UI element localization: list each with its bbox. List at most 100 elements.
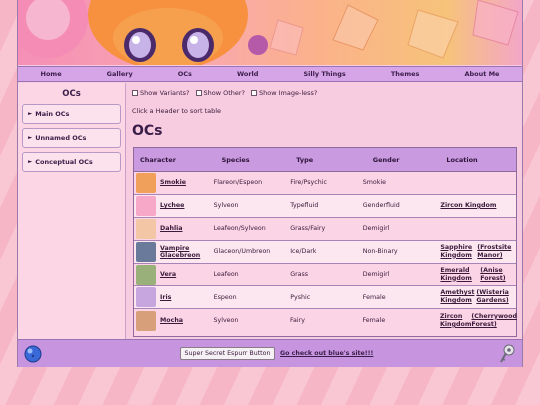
sidebar-item-label: Unnamed OCs (35, 134, 87, 142)
cell-species: Leafeon (213, 271, 239, 278)
oc-thumbnail[interactable] (136, 218, 156, 239)
other-checkbox[interactable]: Show Other? (195, 89, 246, 97)
oc-thumbnail[interactable] (136, 264, 156, 285)
cell-location: Zircon Kingdom (Cherrywood Forest) (440, 313, 517, 329)
page-frame: Home Gallery OCs World Silly Things Them… (17, 0, 523, 367)
oc-name-link[interactable]: Iris (160, 294, 171, 301)
cell-type: Fairy (289, 317, 305, 325)
checkbox-box[interactable] (251, 90, 258, 96)
nav-gallery[interactable]: Gallery (107, 70, 133, 78)
sublocation-link[interactable]: (Cherrywood Forest) (471, 313, 517, 329)
table-row: Vera Leafeon Grass Demigirl Emerald Kingdom(… (134, 264, 516, 287)
triangle-right-icon: ► (28, 135, 33, 141)
location-link[interactable]: Amethyst Kingdom (440, 289, 476, 305)
variants-checkbox[interactable]: Show Variants? (132, 89, 190, 97)
header-species[interactable]: Species (214, 156, 291, 164)
header-gender[interactable]: Gender (363, 156, 441, 164)
cell-location: Sapphire Kingdom (Frostsite Manor) (440, 244, 516, 260)
cell-type: Fire/Psychic (290, 179, 327, 187)
nav-home[interactable]: Home (41, 70, 62, 78)
oc-name-link[interactable]: Dahlia (160, 225, 183, 232)
header-banner (18, 0, 522, 65)
sublocation-link[interactable]: (Anise Forest) (480, 267, 512, 283)
blue-site-link[interactable]: Go check out blue's site!!! (280, 350, 373, 357)
cell-gender: Female (362, 317, 386, 325)
oc-name-link[interactable]: Lychee (160, 202, 184, 209)
cell-gender: Demigirl (362, 225, 390, 233)
cell-gender: Demigirl (362, 271, 390, 278)
table-row: Dahlia Leafeon/Sylveon Grass/Fairy Demigirl (134, 218, 516, 241)
oc-thumbnail[interactable] (136, 241, 156, 262)
location-link[interactable]: Zircon Kingdom (440, 202, 496, 210)
cell-character: Vampire Glacebreon (134, 241, 214, 262)
sublocation-link[interactable]: (Frostsite Manor) (477, 244, 512, 260)
checkbox-label: Show Image-less? (259, 89, 318, 97)
main-content: Show Variants? Show Other? Show Image-le… (129, 83, 521, 339)
location-link[interactable]: Emerald Kingdom (440, 267, 480, 283)
nav-ocs[interactable]: OCs (178, 70, 192, 78)
checkbox-box[interactable] (195, 90, 202, 96)
cell-location: Emerald Kingdom (Anise Forest) (440, 267, 516, 283)
cell-location: Zircon Kingdom (440, 202, 516, 210)
location-link[interactable]: Zircon Kingdom (440, 313, 471, 329)
table-body: Smokie Flareon/Espeon Fire/Psychic Smokie Ly… (134, 172, 517, 332)
footer: Super Secret Espurr Button Go check out … (18, 339, 522, 367)
oc-name-link[interactable]: Mocha (160, 317, 183, 324)
imageless-checkbox[interactable]: Show Image-less? (251, 89, 317, 97)
table-row: Mocha Sylveon Fairy Female Zircon Kingdom (Ch… (134, 309, 517, 332)
checkbox-box[interactable] (132, 90, 138, 96)
cell-type: Ice/Dark (290, 248, 317, 256)
nav-about-me[interactable]: About Me (464, 70, 499, 78)
triangle-right-icon: ► (28, 159, 33, 165)
triangle-right-icon: ► (28, 111, 33, 117)
cell-species: Glaceon/Umbreon (213, 248, 271, 256)
oc-thumbnail[interactable] (136, 287, 156, 308)
banner-artwork (18, 0, 519, 65)
cell-type: Typefluid (290, 202, 319, 210)
oc-name-link[interactable]: Vampire Glacebreon (160, 245, 214, 259)
cell-location: Amethyst Kingdom (Wisteria Gardens) (440, 289, 516, 305)
cell-character: Iris (134, 287, 214, 308)
sort-hint: Click a Header to sort table (132, 107, 222, 115)
oc-thumbnail[interactable] (136, 172, 156, 193)
oc-table: Character Species Type Gender Location S… (133, 147, 517, 337)
sidebar-item-main-ocs[interactable]: ► Main OCs (22, 104, 121, 124)
filter-checkboxes: Show Variants? Show Other? Show Image-le… (132, 89, 317, 97)
oc-name-link[interactable]: Vera (160, 271, 176, 278)
table-header: Character Species Type Gender Location (134, 148, 516, 172)
sidebar-item-unnamed-ocs[interactable]: ► Unnamed OCs (22, 128, 121, 148)
sidebar-item-label: Main OCs (35, 110, 70, 118)
sublocation-link[interactable]: (Wisteria Gardens) (476, 289, 512, 305)
header-character[interactable]: Character (134, 156, 214, 164)
cell-character: Smokie (134, 172, 214, 193)
sidebar-item-label: Conceptual OCs (35, 158, 93, 166)
super-secret-espurr-button[interactable]: Super Secret Espurr Button (180, 347, 275, 360)
cell-species: Sylveon (213, 202, 239, 210)
checkbox-label: Show Variants? (140, 89, 190, 97)
oc-thumbnail[interactable] (136, 310, 156, 331)
blue-ball-icon[interactable] (24, 345, 42, 363)
oc-name-link[interactable]: Smokie (160, 179, 186, 186)
header-type[interactable]: Type (290, 156, 363, 164)
checkbox-label: Show Other? (203, 89, 246, 97)
cell-type: Grass (290, 271, 309, 278)
key-icon[interactable] (498, 344, 516, 364)
location-link[interactable]: Sapphire Kingdom (440, 244, 477, 260)
sidebar-title: OCs (62, 89, 81, 99)
nav-world[interactable]: World (237, 70, 259, 78)
nav-themes[interactable]: Themes (391, 70, 420, 78)
oc-thumbnail[interactable] (136, 195, 156, 216)
page-title: OCs (132, 123, 163, 139)
cell-species: Flareon/Espeon (213, 179, 263, 187)
sidebar: OCs ► Main OCs ► Unnamed OCs ► Conceptua… (18, 83, 126, 339)
header-location[interactable]: Location (440, 156, 516, 164)
cell-species: Leafeon/Sylveon (213, 225, 266, 233)
cell-gender: Genderfluid (362, 202, 400, 210)
cell-type: Pyshic (290, 293, 311, 301)
main-nav: Home Gallery OCs World Silly Things Them… (18, 66, 522, 82)
table-row: Smokie Flareon/Espeon Fire/Psychic Smokie (134, 172, 516, 195)
cell-species: Sylveon (213, 317, 239, 325)
cell-species: Espeon (213, 293, 237, 301)
nav-silly-things[interactable]: Silly Things (304, 70, 346, 78)
sidebar-item-conceptual-ocs[interactable]: ► Conceptual OCs (22, 152, 121, 172)
